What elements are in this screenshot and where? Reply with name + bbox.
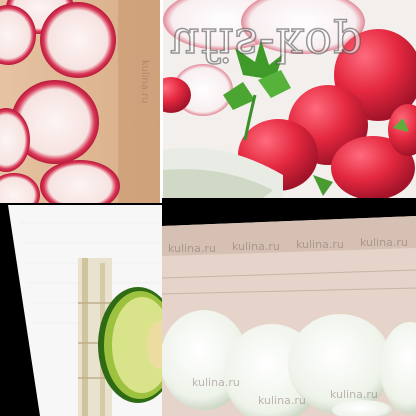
radish-slices-photo: kulina.ru [0,0,160,203]
daikon-slices-photo: kulina.ru kulina.ru kulina.ru kulina.ru … [162,198,416,416]
photo-collage: kulina.ru ufis-kop kulina.ru kulina.ru k… [0,0,416,416]
avocado-photo [0,203,162,416]
radishes-parsley-photo [163,0,416,198]
